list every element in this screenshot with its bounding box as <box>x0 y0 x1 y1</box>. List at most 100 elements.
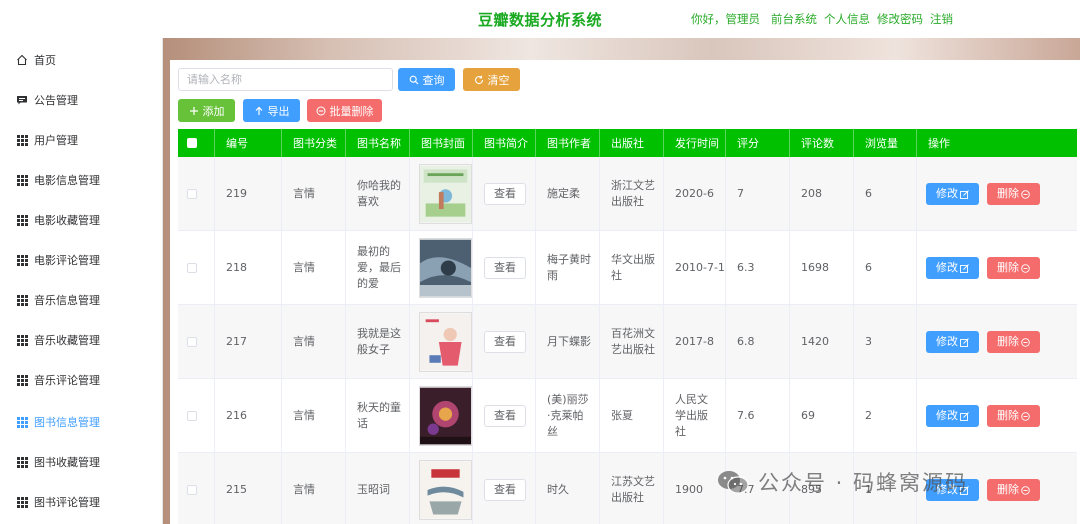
delete-button-label: 删除 <box>997 335 1019 348</box>
watermark: 公众号 · 码蜂窝源码 <box>716 462 968 502</box>
edit-button-label: 修改 <box>936 187 958 200</box>
view-intro-button[interactable]: 查看 <box>484 479 526 501</box>
delete-button[interactable]: 删除 <box>987 183 1040 205</box>
sidebar-item-users[interactable]: 用户管理 <box>0 120 163 160</box>
edit-button-label: 修改 <box>936 409 958 422</box>
cell-rating: 7 <box>726 157 790 231</box>
cell-date: 2010-7-1 <box>664 231 726 305</box>
sidebar-item-movie-comments[interactable]: 电影评论管理 <box>0 240 163 280</box>
cell-cover <box>410 453 473 524</box>
column-header[interactable]: 编号 <box>215 129 282 157</box>
delete-button[interactable]: 删除 <box>987 479 1040 501</box>
nav-change-password-link[interactable]: 修改密码 <box>877 11 923 27</box>
view-intro-button[interactable]: 查看 <box>484 331 526 353</box>
delete-button-label: 删除 <box>997 483 1019 496</box>
cell-date-wrap: 人民文学出版社 <box>664 379 726 453</box>
header-nav: 你好，管理员 前台系统 个人信息 修改密码 注销 <box>691 11 953 27</box>
row-checkbox[interactable] <box>178 231 215 305</box>
sidebar-item-book-favorites[interactable]: 图书收藏管理 <box>0 442 163 482</box>
minus-circle-icon <box>1021 411 1030 421</box>
row-checkbox[interactable] <box>178 453 215 524</box>
row-checkbox[interactable] <box>178 305 215 379</box>
cell-id: 219 <box>215 157 282 231</box>
cell-id: 217 <box>215 305 282 379</box>
cell-publisher-wrap: 浙江文艺出版社 <box>600 157 664 231</box>
minus-circle-icon <box>1021 263 1030 273</box>
cell-views: 6 <box>854 157 917 231</box>
cell-comments: 208 <box>790 157 854 231</box>
wechat-logo-icon <box>718 471 749 494</box>
cell-category: 言情 <box>282 231 346 305</box>
cell-name: 玉昭词 <box>346 453 410 524</box>
cell-intro: 查看 <box>473 453 536 524</box>
sidebar-item-movie-info[interactable]: 电影信息管理 <box>0 160 163 200</box>
book-cover-image <box>419 386 472 446</box>
cell-id: 216 <box>215 379 282 453</box>
sidebar-item-movie-favorites[interactable]: 电影收藏管理 <box>0 200 163 240</box>
column-header[interactable]: 评论数 <box>790 129 854 157</box>
sidebar-item-book-comments[interactable]: 图书评论管理 <box>0 482 163 522</box>
sidebar-item-music-info[interactable]: 音乐信息管理 <box>0 280 163 320</box>
delete-button[interactable]: 删除 <box>987 331 1040 353</box>
cell-author: 梅子黄时雨 <box>547 253 591 282</box>
add-button[interactable]: 添加 <box>178 99 235 122</box>
cell-id: 218 <box>215 231 282 305</box>
clear-button[interactable]: 清空 <box>463 68 520 91</box>
column-header[interactable]: 图书分类 <box>282 129 346 157</box>
edit-button[interactable]: 修改 <box>926 257 979 279</box>
edit-icon <box>960 337 969 347</box>
cell-publisher-wrap: 华文出版社 <box>600 231 664 305</box>
edit-button[interactable]: 修改 <box>926 331 979 353</box>
row-checkbox[interactable] <box>178 379 215 453</box>
minus-circle-icon <box>1021 337 1030 347</box>
export-button[interactable]: 导出 <box>243 99 300 122</box>
nav-profile-link[interactable]: 个人信息 <box>824 11 870 27</box>
grid-icon <box>16 214 28 226</box>
delete-button[interactable]: 删除 <box>987 405 1040 427</box>
column-header[interactable]: 图书封面 <box>410 129 473 157</box>
column-header[interactable]: 浏览量 <box>854 129 917 157</box>
cell-cover <box>410 157 473 231</box>
select-all-checkbox[interactable] <box>178 129 215 157</box>
row-checkbox[interactable] <box>178 157 215 231</box>
delete-button[interactable]: 删除 <box>987 257 1040 279</box>
sidebar-item-label: 用户管理 <box>34 134 78 147</box>
cell-author: (美)丽莎·克莱帕丝 <box>547 393 589 438</box>
view-intro-button[interactable]: 查看 <box>484 405 526 427</box>
nav-frontend-link[interactable]: 前台系统 <box>771 11 817 27</box>
column-header[interactable]: 出版社 <box>600 129 664 157</box>
column-header[interactable]: 图书名称 <box>346 129 410 157</box>
nav-logout-link[interactable]: 注销 <box>930 11 953 27</box>
cell-rating: 6.8 <box>726 305 790 379</box>
cell-actions: 修改 删除 <box>917 305 1077 379</box>
sidebar-item-notice[interactable]: 公告管理 <box>0 80 163 120</box>
view-intro-button[interactable]: 查看 <box>484 183 526 205</box>
edit-button-label: 修改 <box>936 335 958 348</box>
home-icon <box>16 54 28 66</box>
cell-author: 施定柔 <box>536 157 600 231</box>
query-button[interactable]: 查询 <box>398 68 455 91</box>
plus-icon <box>189 106 198 115</box>
cell-cover <box>410 231 473 305</box>
sidebar-item-label: 音乐收藏管理 <box>34 334 100 347</box>
view-intro-button[interactable]: 查看 <box>484 257 526 279</box>
search-input[interactable] <box>178 68 393 91</box>
sidebar-item-music-comments[interactable]: 音乐评论管理 <box>0 360 163 400</box>
clear-button-label: 清空 <box>487 73 510 87</box>
cell-intro: 查看 <box>473 157 536 231</box>
cell-name-wrap: 你哈我的喜欢 <box>346 157 410 231</box>
cell-intro: 查看 <box>473 305 536 379</box>
sidebar-item-home[interactable]: 首页 <box>0 40 163 80</box>
column-header[interactable]: 发行时间 <box>664 129 726 157</box>
column-header[interactable]: 图书简介 <box>473 129 536 157</box>
edit-button[interactable]: 修改 <box>926 405 979 427</box>
column-header[interactable]: 图书作者 <box>536 129 600 157</box>
sidebar-item-book-info[interactable]: 图书信息管理 <box>0 402 163 442</box>
batch-delete-button[interactable]: 批量删除 <box>307 99 382 122</box>
sidebar-item-music-favorites[interactable]: 音乐收藏管理 <box>0 320 163 360</box>
minus-circle-icon <box>316 106 325 115</box>
column-header[interactable]: 评分 <box>726 129 790 157</box>
grid-icon <box>16 496 28 508</box>
edit-button[interactable]: 修改 <box>926 183 979 205</box>
grid-icon <box>16 334 28 346</box>
